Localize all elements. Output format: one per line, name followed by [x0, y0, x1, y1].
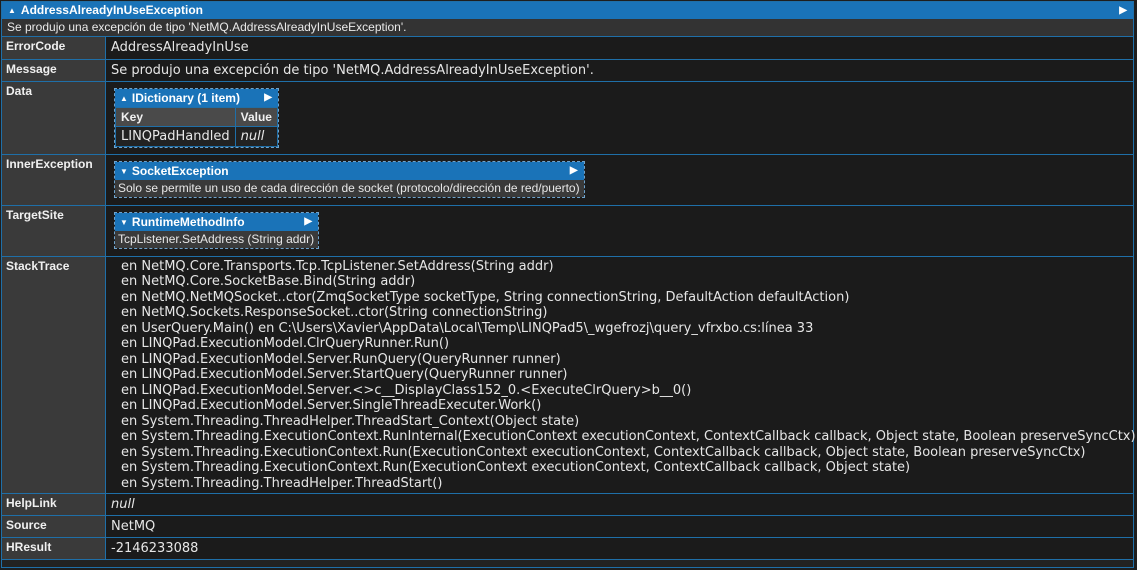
- stack-frame-line: en LINQPad.ExecutionModel.Server.StartQu…: [121, 367, 568, 382]
- target-site-title: RuntimeMethodInfo: [131, 214, 245, 229]
- stack-frame-line: en System.Threading.ThreadHelper.ThreadS…: [121, 413, 580, 429]
- stack-frame-line: en UserQuery.Main() en C:\Users\Xavier\A…: [121, 320, 814, 336]
- expand-icon[interactable]: ▼: [120, 167, 128, 176]
- navigate-arrow-icon[interactable]: ▶: [264, 89, 272, 107]
- property-key: TargetSite: [2, 205, 106, 257]
- property-key: HelpLink: [2, 493, 106, 516]
- property-key: HResult: [2, 537, 106, 560]
- stack-frame-line: en System.Threading.ExecutionContext.Run…: [121, 460, 911, 475]
- property-key: Message: [2, 59, 106, 82]
- inner-exception-title: SocketException: [131, 163, 229, 178]
- expand-icon[interactable]: ▼: [120, 218, 128, 227]
- property-value: AddressAlreadyInUse: [105, 37, 1133, 60]
- exception-summary: Se produjo una excepción de tipo 'NetMQ.…: [2, 19, 1133, 37]
- stack-frame-line: en LINQPad.ExecutionModel.Server.RunQuer…: [121, 351, 561, 367]
- property-value: Se produjo una excepción de tipo 'NetMQ.…: [105, 59, 1133, 82]
- navigate-arrow-icon[interactable]: ▶: [1119, 2, 1127, 19]
- property-value: NetMQ: [105, 515, 1133, 538]
- row-message: Message Se produjo una excepción de tipo…: [2, 59, 1133, 82]
- navigate-arrow-icon[interactable]: ▶: [570, 162, 578, 180]
- target-site-box: ▼ RuntimeMethodInfo ▶ TcpListener.SetAddr…: [114, 211, 320, 249]
- stack-frame-line: en NetMQ.Core.Transports.Tcp.TcpListener…: [121, 258, 554, 274]
- property-key: Data: [2, 81, 106, 155]
- stack-frame-line: en NetMQ.Sockets.ResponseSocket..ctor(St…: [121, 305, 548, 320]
- target-site-method: TcpListener.SetAddress (String addr): [115, 230, 319, 248]
- dictionary-title: IDictionary (1 item): [131, 90, 240, 105]
- property-key: Source: [2, 515, 106, 538]
- row-error-code: ErrorCode AddressAlreadyInUse: [2, 37, 1133, 60]
- navigate-arrow-icon[interactable]: ▶: [304, 213, 312, 231]
- row-data: Data ▲ IDictionary (1 item) ▶ Key Value L…: [2, 81, 1133, 155]
- stack-frame-line: en LINQPad.ExecutionModel.Server.<>c__Di…: [121, 382, 692, 398]
- inner-exception-box: ▼ SocketException ▶ Solo se permite un us…: [114, 160, 585, 198]
- dictionary-key: LINQPadHandled: [115, 125, 236, 147]
- row-hresult: HResult -2146233088: [2, 537, 1133, 560]
- exception-header[interactable]: ▲ AddressAlreadyInUseException ▶: [2, 2, 1133, 19]
- stack-frame-line: en NetMQ.Core.SocketBase.Bind(String add…: [121, 274, 416, 289]
- target-site-header[interactable]: ▼ RuntimeMethodInfo ▶: [115, 212, 319, 231]
- dictionary-value: null: [234, 125, 278, 147]
- dictionary-table: Key Value LINQPadHandled null: [115, 106, 278, 147]
- collapse-icon[interactable]: ▲: [8, 6, 16, 15]
- dictionary-box: ▲ IDictionary (1 item) ▶ Key Value LINQPa…: [114, 87, 279, 148]
- stack-frame-line: en NetMQ.NetMQSocket..ctor(ZmqSocketType…: [121, 289, 850, 305]
- stack-frame-line: en System.Threading.ExecutionContext.Run…: [121, 444, 1086, 460]
- inner-exception-header[interactable]: ▼ SocketException ▶: [115, 161, 584, 180]
- row-inner-exception: InnerException ▼ SocketException ▶ Solo s…: [2, 154, 1133, 206]
- stack-trace-lines: en NetMQ.Core.Transports.Tcp.TcpListener…: [106, 257, 1136, 494]
- dictionary-header[interactable]: ▲ IDictionary (1 item) ▶: [115, 88, 278, 107]
- column-header-value: Value: [234, 106, 278, 127]
- row-target-site: TargetSite ▼ RuntimeMethodInfo ▶ TcpListe…: [2, 205, 1133, 257]
- stack-frame-line: en System.Threading.ExecutionContext.Run…: [121, 429, 1136, 444]
- exception-type-name: AddressAlreadyInUseException: [20, 3, 203, 17]
- exception-properties-table: ErrorCode AddressAlreadyInUse Message Se…: [2, 37, 1136, 560]
- property-value: null: [105, 493, 1133, 516]
- property-key: ErrorCode: [2, 37, 106, 60]
- stack-frame-line: en LINQPad.ExecutionModel.Server.SingleT…: [121, 398, 542, 413]
- exception-panel: ▲ AddressAlreadyInUseException ▶ Se produ…: [1, 1, 1136, 568]
- collapse-icon[interactable]: ▲: [120, 94, 128, 103]
- stack-frame-line: en System.Threading.ThreadHelper.ThreadS…: [121, 475, 443, 491]
- column-header-key: Key: [115, 106, 236, 127]
- row-help-link: HelpLink null: [2, 493, 1133, 516]
- table-row: LINQPadHandled null: [115, 125, 278, 147]
- row-stack-trace: StackTrace en NetMQ.Core.Transports.Tcp.…: [2, 256, 1136, 494]
- inner-exception-message: Solo se permite un uso de cada dirección…: [115, 179, 584, 197]
- row-source: Source NetMQ: [2, 515, 1133, 538]
- property-value: -2146233088: [105, 537, 1133, 560]
- stack-frame-line: en LINQPad.ExecutionModel.ClrQueryRunner…: [121, 336, 450, 351]
- property-key: InnerException: [2, 154, 106, 206]
- property-key: StackTrace: [2, 256, 106, 494]
